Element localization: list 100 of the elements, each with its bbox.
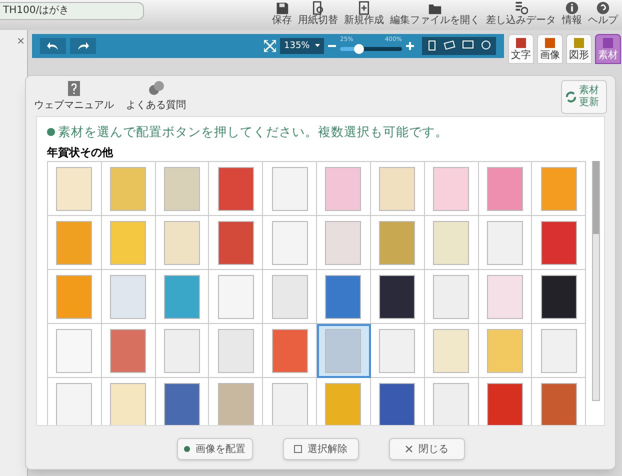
redo-icon [77, 41, 89, 51]
thumbnail[interactable] [209, 216, 264, 270]
toolbar-button[interactable]: 差し込みデータ [486, 0, 556, 26]
deselect-button[interactable]: 選択解除 [282, 438, 358, 460]
thumbnail[interactable] [263, 216, 318, 270]
thumbnail[interactable] [209, 270, 264, 324]
thumbnail[interactable] [532, 270, 586, 324]
category-heading: 年賀状その他 [46, 145, 114, 161]
side-tab[interactable]: 図形 [566, 34, 592, 64]
photo-placeholder [164, 166, 200, 210]
photo-placeholder [56, 166, 92, 210]
thumbnail[interactable] [263, 324, 318, 378]
refresh-button[interactable]: 素材更新 [561, 80, 607, 114]
thumbnail[interactable] [156, 378, 210, 425]
photo-placeholder [110, 382, 146, 425]
thumbnail[interactable] [263, 270, 318, 324]
thumbnail[interactable] [317, 324, 371, 378]
bullet-icon [47, 128, 55, 136]
info-icon [565, 1, 579, 15]
zoom-slider-thumb[interactable] [354, 44, 364, 54]
side-tab[interactable]: 画像 [537, 34, 563, 64]
toolbar-button[interactable]: ヘルプ [588, 0, 618, 26]
thumbnail[interactable] [317, 270, 371, 324]
photo-placeholder [379, 166, 416, 210]
thumbnail[interactable] [532, 324, 586, 378]
photo-placeholder [164, 274, 200, 318]
toolbar-button[interactable]: 用紙切替 [298, 0, 338, 26]
close-button[interactable]: 閉じる [388, 438, 464, 460]
toolbar-button[interactable]: 情報 [562, 0, 582, 26]
thumbnail[interactable] [532, 216, 586, 270]
save-icon [275, 1, 289, 15]
manual-book-icon [65, 80, 83, 98]
photo-placeholder [540, 382, 577, 425]
photo-placeholder [486, 328, 523, 372]
thumbnail[interactable] [209, 162, 264, 216]
thumbnail[interactable] [156, 324, 210, 378]
thumbnail[interactable] [209, 324, 264, 378]
photo-placeholder [379, 382, 416, 425]
thumbnail[interactable] [156, 216, 210, 270]
speech-bubbles-icon [147, 80, 165, 98]
thumbnail[interactable] [156, 270, 210, 324]
undo-icon [47, 41, 59, 51]
fit-screen-icon[interactable] [264, 40, 276, 52]
thumbnail[interactable] [424, 324, 478, 378]
thumbnail[interactable] [102, 324, 156, 378]
photo-placeholder [325, 382, 362, 425]
thumbnail[interactable] [478, 378, 532, 425]
thumbnail[interactable] [317, 216, 371, 270]
thumbnail[interactable] [424, 216, 478, 270]
toolbar-button[interactable]: 編集ファイルを開く [390, 0, 480, 26]
photo-placeholder [325, 166, 362, 210]
thumbnail[interactable] [370, 162, 425, 216]
thumbnail[interactable] [478, 216, 532, 270]
photo-placeholder [379, 274, 416, 318]
photo-placeholder [540, 166, 577, 210]
thumbnail[interactable] [317, 162, 371, 216]
scrollbar[interactable] [592, 161, 600, 401]
thumbnail[interactable] [48, 216, 102, 270]
thumbnail[interactable] [478, 324, 532, 378]
thumbnail[interactable] [370, 324, 425, 378]
place-button[interactable]: 画像を配置 [176, 438, 252, 460]
help-link[interactable]: よくある質問 [126, 80, 186, 113]
toolbar-button[interactable]: 新規作成 [344, 0, 384, 26]
photo-placeholder [486, 220, 523, 264]
thumbnail[interactable] [102, 270, 156, 324]
side-tab[interactable]: 文字 [508, 34, 534, 64]
thumbnail[interactable] [370, 270, 425, 324]
photo-placeholder [325, 220, 362, 264]
document-title-field: TH100/はがき [0, 2, 144, 20]
thumbnail[interactable] [48, 270, 102, 324]
help-link[interactable]: ウェブマニュアル [34, 80, 114, 113]
photo-placeholder [540, 220, 577, 264]
close-icon [404, 445, 412, 453]
thumbnail[interactable] [48, 162, 102, 216]
thumbnail[interactable] [48, 324, 102, 378]
thumbnail[interactable] [102, 162, 156, 216]
photo-placeholder [486, 382, 523, 425]
redo-button[interactable] [70, 38, 96, 54]
toolbar-button[interactable]: 保存 [272, 0, 292, 26]
photo-placeholder [272, 166, 308, 210]
thumbnail[interactable] [156, 162, 210, 216]
photo-placeholder [433, 274, 470, 318]
zoom-in-icon[interactable] [406, 42, 414, 50]
thumbnail[interactable] [478, 270, 532, 324]
thumbnail[interactable] [424, 378, 478, 425]
photo-placeholder [433, 220, 470, 264]
thumbnail[interactable] [532, 162, 586, 216]
undo-button[interactable] [40, 38, 66, 54]
caret-icon [315, 44, 320, 47]
zoom-dropdown[interactable]: 135% [280, 38, 324, 54]
thumbnail[interactable] [102, 216, 156, 270]
checkbox-icon [294, 445, 302, 453]
thumbnail[interactable] [424, 270, 478, 324]
photo-placeholder [164, 328, 200, 372]
thumbnail[interactable] [263, 162, 318, 216]
thumbnail[interactable] [370, 216, 425, 270]
tilted-page-icon[interactable] [442, 39, 458, 53]
thumbnail[interactable] [424, 162, 478, 216]
thumbnail[interactable] [478, 162, 532, 216]
photo-placeholder [272, 328, 308, 372]
